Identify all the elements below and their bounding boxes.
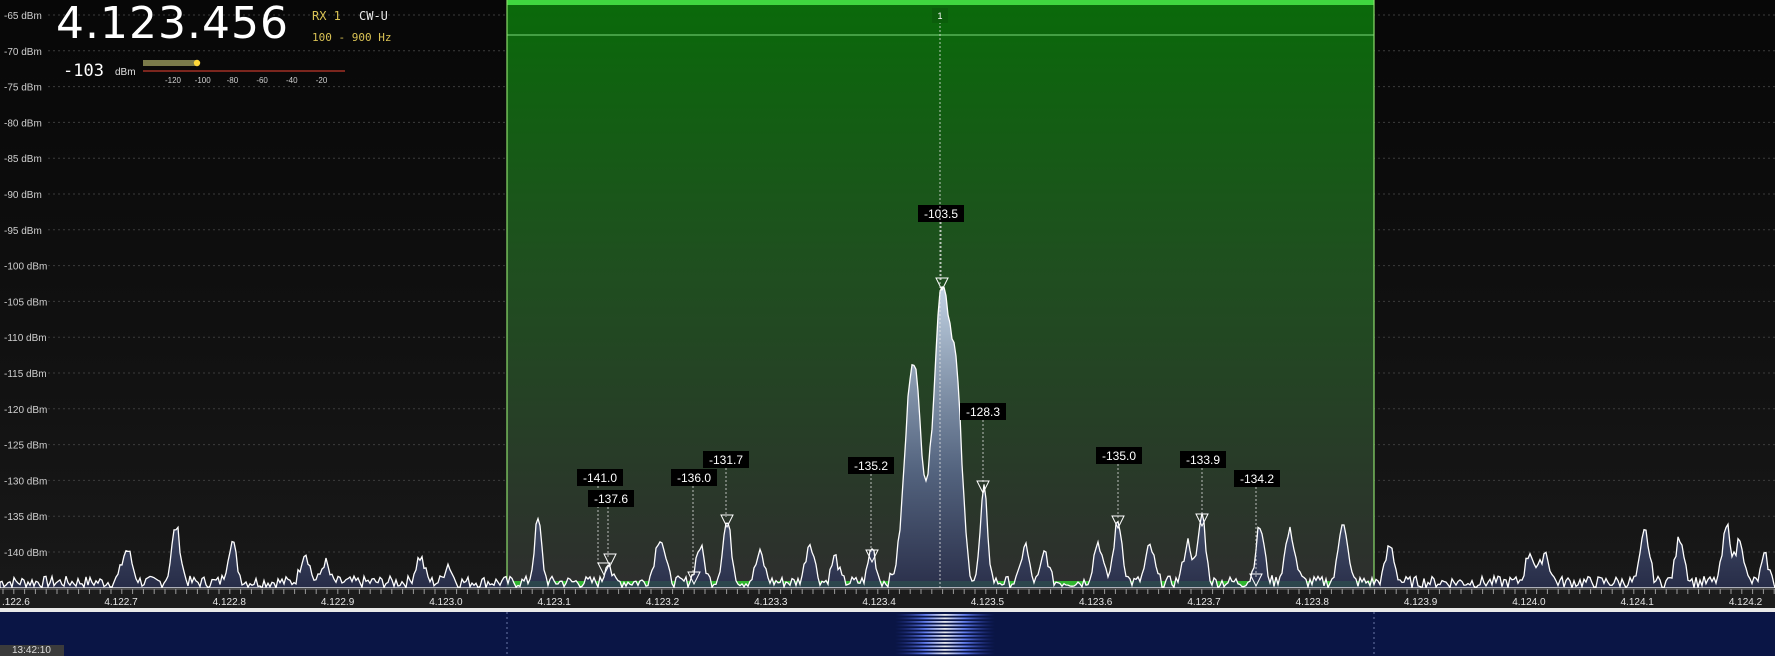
frequency-tick-label: 4.122.9: [321, 597, 355, 608]
filter-width-label[interactable]: 100 - 900 Hz: [312, 31, 391, 44]
receiver-label[interactable]: RX 1: [312, 9, 341, 23]
y-tick-label: -120 dBm: [4, 405, 47, 416]
y-tick-label: -115 dBm: [4, 369, 47, 380]
frequency-tick-label: 4.124.2: [1729, 597, 1763, 608]
frequency-tick-label: 4.123.9: [1404, 597, 1438, 608]
peak-label: -133.9: [1186, 453, 1220, 467]
y-tick-label: -105 dBm: [4, 297, 47, 308]
peak-label: -136.0: [677, 471, 711, 485]
y-tick-label: -135 dBm: [4, 512, 47, 523]
peak-label: -135.2: [854, 459, 888, 473]
peak-label: -103.5: [924, 207, 958, 221]
peak-label: -128.3: [966, 405, 1000, 419]
frequency-tick-label: 4.123.4: [862, 597, 896, 608]
frequency-tick-label: 4.123.0: [429, 597, 463, 608]
spectrum-display[interactable]: -65 dBm -70 dBm -75 dBm -80 dBm -85 dBm -90 d…: [0, 0, 1775, 656]
frequency-tick-label: 4.122.8: [213, 597, 247, 608]
frequency-tick-label: 4.123.1: [538, 597, 572, 608]
waterfall-signal-trace: [895, 621, 995, 623]
y-tick-label: -110 dBm: [4, 333, 47, 344]
y-tick-label: -100 dBm: [4, 262, 47, 273]
waterfall-signal-trace: [895, 614, 995, 616]
signal-strength-value: -103: [63, 61, 104, 81]
frequency-tick-label: 4.123.5: [971, 597, 1005, 608]
peak-label: -141.0: [583, 471, 617, 485]
waterfall-background[interactable]: [0, 612, 1775, 656]
waterfall-signal-trace: [895, 652, 995, 655]
signal-strength-unit: dBm: [115, 67, 136, 78]
s-meter-tick-label: -40: [286, 76, 298, 85]
frequency-tick-label: 4.124.1: [1621, 597, 1655, 608]
y-tick-label: -80 dBm: [4, 118, 42, 129]
y-tick-label: -65 dBm: [4, 11, 42, 22]
waterfall-signal-trace: [895, 649, 995, 651]
frequency-tick-label: 4.123.7: [1187, 597, 1221, 608]
waterfall[interactable]: [0, 608, 1775, 656]
s-meter-tick-label: -20: [316, 76, 328, 85]
peak-label: -137.6: [594, 492, 628, 506]
frequency-tick-label: .122.6: [2, 597, 30, 608]
waterfall-signal-trace: [895, 638, 995, 641]
y-tick-label: -90 dBm: [4, 190, 42, 201]
s-meter-fill: [143, 60, 197, 66]
s-meter-tick-label: -60: [256, 76, 268, 85]
frequency-tick-label: 4.123.8: [1296, 597, 1330, 608]
mode-label[interactable]: CW-U: [359, 9, 388, 23]
waterfall-signal-trace: [895, 624, 995, 627]
s-meter-tick-label: -120: [165, 76, 182, 85]
vfo-label: 1: [937, 11, 942, 21]
frequency-tick-label: 4.123.3: [754, 597, 788, 608]
peak-label: -135.0: [1102, 449, 1136, 463]
s-meter-tick-label: -80: [227, 76, 239, 85]
waterfall-timestamp: 13:42:10: [0, 645, 64, 656]
waterfall-signal-trace: [895, 631, 995, 634]
s-meter-needle: [193, 59, 201, 67]
frequency-tick-label: 4.124.0: [1512, 597, 1546, 608]
peak-label: -131.7: [709, 453, 743, 467]
s-meter-tick-label: -100: [195, 76, 212, 85]
waterfall-signal-trace: [895, 642, 995, 644]
y-tick-label: -85 dBm: [4, 154, 42, 165]
frequency-tick-label: 4.123.6: [1079, 597, 1113, 608]
waterfall-divider: [0, 608, 1775, 612]
waterfall-signal-trace: [895, 645, 995, 648]
waterfall-signal-trace: [895, 617, 995, 620]
frequency-tick-label: 4.123.2: [646, 597, 680, 608]
waterfall-signal-trace: [895, 628, 995, 630]
frequency-axis[interactable]: .122.6 4.122.7 4.122.8 4.122.9 4.123.0 4.123.…: [0, 588, 1775, 608]
y-tick-label: -95 dBm: [4, 226, 42, 237]
waterfall-signal-trace: [895, 635, 995, 637]
y-tick-label: -130 dBm: [4, 476, 47, 487]
peak-label: -134.2: [1240, 472, 1274, 486]
y-tick-label: -75 dBm: [4, 83, 42, 94]
passband-top-bar[interactable]: [507, 0, 1374, 5]
y-tick-label: -140 dBm: [4, 548, 47, 559]
sdr-panadapter: -65 dBm -70 dBm -75 dBm -80 dBm -85 dBm -90 d…: [0, 0, 1775, 656]
frequency-tick-label: 4.122.7: [104, 597, 138, 608]
y-tick-label: -125 dBm: [4, 441, 47, 452]
frequency-readout[interactable]: 4.123.456: [56, 0, 289, 49]
y-tick-label: -70 dBm: [4, 47, 42, 58]
